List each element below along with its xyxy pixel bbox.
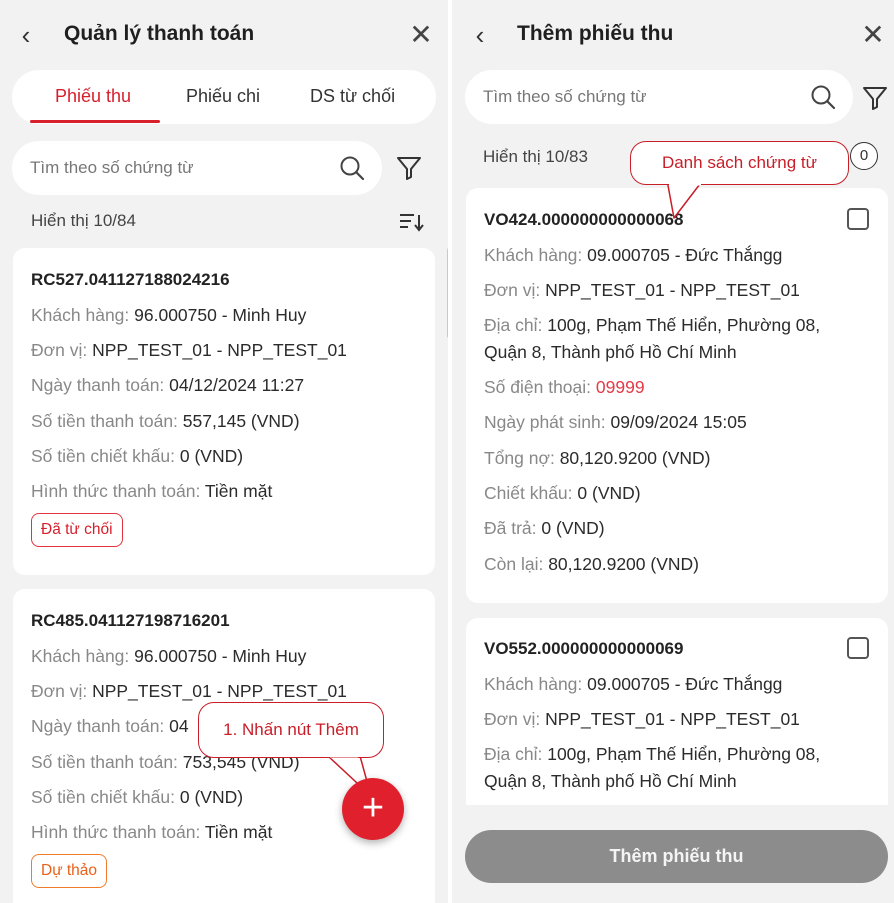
payment-amount-row: Số tiền thanh toán: 557,145 (VND) — [31, 411, 300, 431]
address-row-continued: Quận 8, Thành phố Hồ Chí Minh — [484, 342, 737, 362]
remaining-row: Còn lại: 80,120.9200 (VND) — [484, 554, 699, 574]
unit-row: Đơn vị: NPP_TEST_01 - NPP_TEST_01 — [31, 340, 347, 360]
result-count: Hiển thị 10/84 — [31, 211, 136, 230]
customer-row: Khách hàng: 09.000705 - Đức Thắngg — [484, 674, 783, 694]
back-button[interactable]: ‹ — [12, 20, 40, 50]
search-placeholder: Tìm theo số chứng từ — [30, 158, 194, 177]
close-icon: ✕ — [409, 19, 433, 50]
total-debt-row: Tổng nợ: 80,120.9200 (VND) — [484, 448, 711, 468]
customer-row: Khách hàng: 09.000705 - Đức Thắngg — [484, 245, 783, 265]
document-number: RC485.041127198716201 — [31, 611, 230, 630]
unit-row: Đơn vị: NPP_TEST_01 - NPP_TEST_01 — [484, 280, 800, 300]
select-checkbox[interactable] — [847, 637, 869, 659]
address-row-continued: Quận 8, Thành phố Hồ Chí Minh — [484, 771, 737, 791]
payment-date-row: Ngày thanh toán: 04 — [31, 716, 189, 736]
search-icon[interactable] — [338, 154, 366, 182]
unit-row: Đơn vị: NPP_TEST_01 - NPP_TEST_01 — [484, 709, 800, 729]
bottom-action-bar: Thêm phiếu thu — [452, 805, 894, 903]
discount-row: Chiết khấu: 0 (VND) — [484, 483, 641, 503]
search-placeholder: Tìm theo số chứng từ — [483, 87, 647, 106]
payment-method-row: Hình thức thanh toán: Tiền mặt — [31, 822, 273, 842]
page-title: Thêm phiếu thu — [517, 22, 674, 45]
tab-bar: Phiếu thu Phiếu chi DS từ chối — [12, 70, 436, 124]
unit-row: Đơn vị: NPP_TEST_01 - NPP_TEST_01 — [31, 681, 347, 701]
status-badge: Đã từ chối — [31, 513, 123, 547]
paid-row: Đã trả: 0 (VND) — [484, 518, 605, 538]
payment-method-row: Hình thức thanh toán: Tiền mặt — [31, 481, 273, 501]
annotation-document-list: Danh sách chứng từ — [630, 141, 849, 185]
document-number: RC527.041127188024216 — [31, 270, 230, 289]
phone-row: Số điện thoại: 09999 — [484, 377, 645, 397]
annotation-add-button: 1. Nhấn nút Thêm — [198, 702, 384, 758]
page-title: Quản lý thanh toán — [64, 22, 255, 45]
header: ‹ Thêm phiếu thu ✕ — [452, 0, 894, 70]
search-icon[interactable] — [809, 83, 837, 111]
filter-icon[interactable] — [396, 155, 422, 181]
discount-amount-row: Số tiền chiết khấu: 0 (VND) — [31, 446, 244, 466]
filter-icon[interactable] — [862, 85, 888, 111]
back-button[interactable]: ‹ — [466, 20, 494, 50]
status-badge: Dự thảo — [31, 854, 108, 888]
address-row: Địa chỉ: 100g, Phạm Thế Hiển, Phường 08, — [484, 744, 821, 764]
chevron-left-icon: ‹ — [21, 20, 31, 50]
plus-icon: + — [361, 787, 385, 829]
header: ‹ Quản lý thanh toán ✕ — [0, 0, 448, 70]
close-button[interactable]: ✕ — [858, 18, 888, 52]
issue-date-row: Ngày phát sinh: 09/09/2024 15:05 — [484, 412, 747, 432]
sort-icon[interactable] — [398, 211, 424, 233]
address-row: Địa chỉ: 100g, Phạm Thế Hiển, Phường 08, — [484, 315, 821, 335]
tab-rejected[interactable]: DS từ chối — [310, 86, 395, 107]
add-button[interactable]: + — [342, 778, 404, 840]
customer-row: Khách hàng: 96.000750 - Minh Huy — [31, 305, 307, 325]
active-tab-indicator — [30, 120, 160, 123]
payment-card[interactable]: RC527.041127188024216 Khách hàng: 96.000… — [13, 248, 435, 575]
search-input[interactable]: Tìm theo số chứng từ — [465, 70, 853, 124]
customer-row: Khách hàng: 96.000750 - Minh Huy — [31, 646, 307, 666]
tab-payments[interactable]: Phiếu chi — [186, 86, 260, 107]
chevron-left-icon: ‹ — [475, 20, 485, 50]
result-count: Hiển thị 10/83 — [483, 147, 588, 166]
payment-management-screen: ‹ Quản lý thanh toán ✕ Phiếu thu Phiếu c… — [0, 0, 448, 903]
add-receipt-screen: ‹ Thêm phiếu thu ✕ Tìm theo số chứng từ … — [452, 0, 894, 903]
search-input[interactable]: Tìm theo số chứng từ — [12, 141, 382, 195]
document-card[interactable]: VO424.000000000000068 Khách hàng: 09.000… — [466, 188, 888, 603]
add-receipt-button[interactable]: Thêm phiếu thu — [465, 830, 888, 883]
document-number: VO552.000000000000069 — [484, 639, 684, 658]
close-icon: ✕ — [861, 19, 885, 50]
payment-date-row: Ngày thanh toán: 04/12/2024 11:27 — [31, 375, 305, 395]
tab-receipts[interactable]: Phiếu thu — [55, 86, 131, 107]
close-button[interactable]: ✕ — [406, 18, 436, 52]
